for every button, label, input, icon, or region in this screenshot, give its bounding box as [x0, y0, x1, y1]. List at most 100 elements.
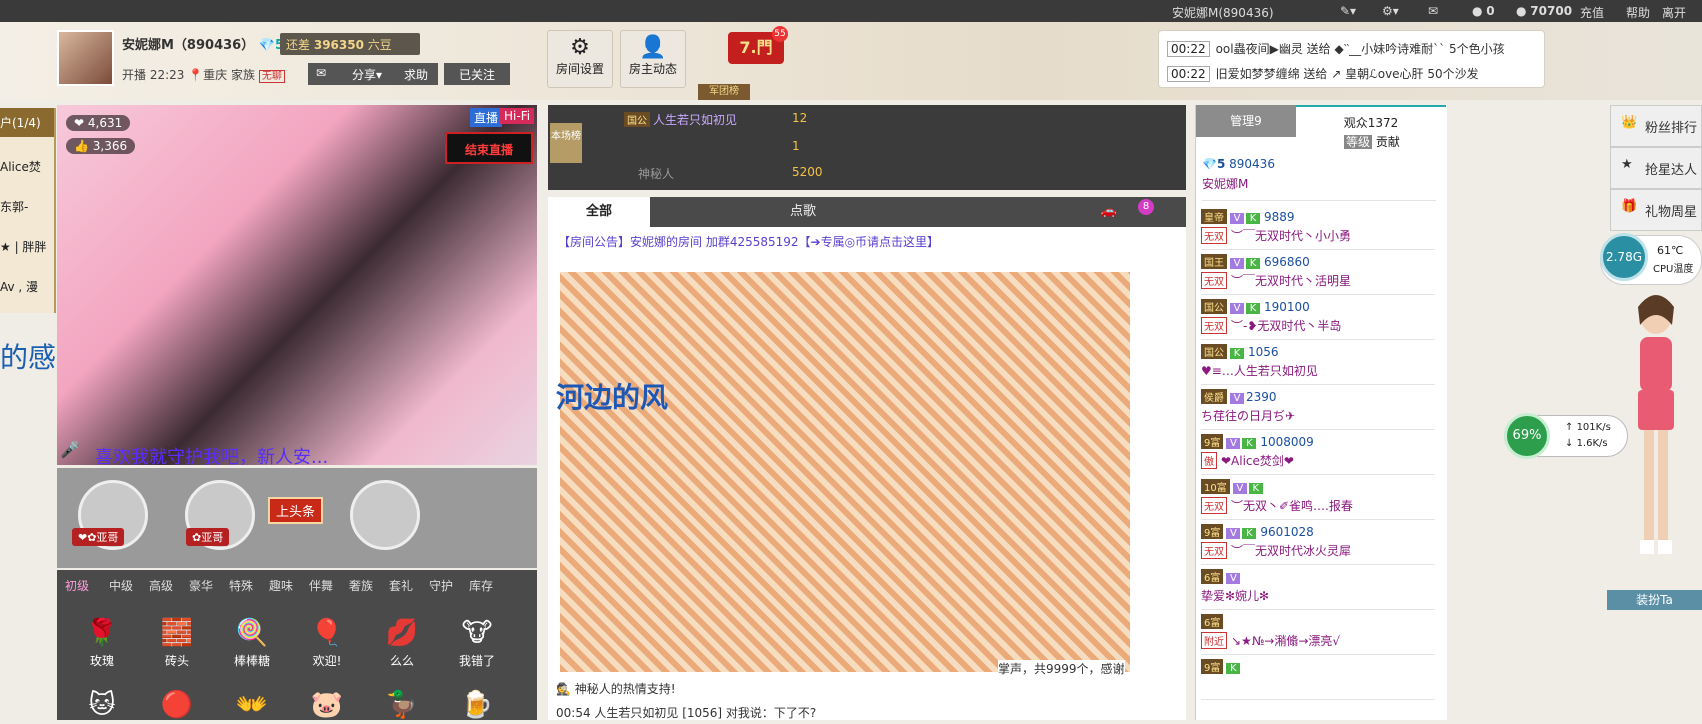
applause-message: 掌声，共9999个，感谢 [998, 660, 1125, 677]
gift-tab[interactable]: 守护 [429, 577, 453, 594]
gift-item[interactable]: 💋 么么 [372, 618, 432, 669]
room-settings-button[interactable]: ⚙ 房间设置 [547, 30, 613, 88]
applause-icon: 👐 [235, 690, 269, 720]
gift-tab[interactable]: 套礼 [389, 577, 413, 594]
gift-item[interactable]: 🐱 [72, 690, 132, 724]
vip-badge: V [1226, 528, 1241, 539]
level-gap: 还差 396350 六豆 [280, 33, 420, 55]
memory-gauge[interactable]: 2.78G [1600, 233, 1648, 281]
gift-week-button[interactable]: 🎁 礼物周星 [1610, 189, 1702, 231]
help-button[interactable]: 求助 [396, 63, 438, 85]
tab-song[interactable]: 点歌 [752, 197, 854, 227]
user-name: ︶￣无双时代丶活明星 [1231, 274, 1352, 288]
guard-avatar[interactable] [350, 480, 420, 550]
user-id: 1008009 [1260, 435, 1314, 449]
gift-item[interactable]: 🌹 玫瑰 [72, 618, 132, 669]
end-live-button[interactable]: 结束直播 [445, 132, 533, 164]
star-button[interactable]: ★ 抢星达人 [1610, 147, 1702, 189]
user-id: 190100 [1264, 300, 1310, 314]
gift-tab[interactable]: 初级 [65, 577, 89, 594]
gift-tab[interactable]: 奢族 [349, 577, 373, 594]
tab-all[interactable]: 全部 [548, 197, 650, 227]
gift-item[interactable]: 🎈 欢迎! [297, 618, 357, 669]
gift-tab[interactable]: 库存 [469, 577, 493, 594]
strip-title: 户(1/4) [0, 108, 54, 137]
duck-icon: 🦆 [385, 690, 419, 720]
vip-badge: V [1232, 483, 1247, 494]
recharge-link[interactable]: 充值 [1580, 4, 1604, 21]
list-item[interactable]: 9富 V K 1008009 傲 ❤Alice焚剑❤ [1201, 430, 1435, 475]
strip-item[interactable]: ★ | 胖胖 [0, 227, 54, 267]
edit-icon[interactable]: ✎▾ [1340, 4, 1356, 18]
host-name[interactable]: 安妮娜M（890436） 💎5 [122, 34, 284, 53]
vip-badge: V [1230, 213, 1244, 224]
list-item[interactable]: 6富 V 挚爱✻婉儿✻ [1201, 565, 1435, 610]
tab-private[interactable] [650, 197, 752, 227]
gift-tab[interactable]: 伴舞 [309, 577, 333, 594]
level-badge: 10富 [1201, 479, 1230, 494]
user-name: ︶-❥无双时代丶半岛 [1231, 319, 1342, 333]
army-rank[interactable]: 军团榜 [698, 84, 750, 100]
mail-button[interactable]: ✉ [308, 63, 344, 85]
user-name: ︶无双丶✐雀鸣….报春 [1231, 499, 1353, 513]
tab-badge: 8 [1138, 199, 1154, 215]
strip-item[interactable]: Alice焚 [0, 147, 54, 187]
gift-item[interactable]: 🐷 [297, 690, 357, 724]
gift-tab[interactable]: 高级 [149, 577, 173, 594]
host-meta: 开播 22:23 📍重庆 家族 无聊 [122, 66, 285, 83]
help-link[interactable]: 帮助 [1626, 4, 1650, 21]
network-gauge[interactable]: 69% [1504, 413, 1550, 459]
left-rank-strip: 户(1/4) Alice焚 东郭- ★ | 胖胖 Av , 漫 [0, 108, 56, 313]
user-name: ♥≡…人生若只如初见 [1201, 364, 1318, 378]
leave-link[interactable]: 离开 [1662, 4, 1686, 21]
tab-other[interactable] [956, 197, 1058, 227]
host-avatar[interactable] [57, 30, 114, 86]
followed-button[interactable]: 已关注 [444, 63, 510, 85]
rank-row[interactable]: 国公 人生若只如初见 [624, 111, 737, 128]
sort-options[interactable]: 等级 贡献 [1344, 133, 1400, 150]
k-badge: K [1246, 213, 1260, 224]
gift-tab[interactable]: 中级 [109, 577, 133, 594]
rank-row[interactable]: 神秘人 [638, 165, 674, 182]
gift-tab[interactable]: 豪华 [189, 577, 213, 594]
list-item[interactable]: 6富 附近 ↘★№→潲翛→漂亮√ [1201, 610, 1435, 655]
gift-item[interactable]: 🐮 我错了 [447, 618, 507, 669]
gift-item[interactable]: 🔴 [147, 690, 207, 724]
strip-item[interactable]: 东郭- [0, 187, 54, 227]
gift-item[interactable]: 🍺 [447, 690, 507, 724]
gift-item[interactable]: 🧱 砖头 [147, 618, 207, 669]
fans-rank-button[interactable]: 👑 粉丝排行 [1610, 105, 1702, 147]
k-badge: K [1246, 303, 1260, 314]
strip-item[interactable]: Av , 漫 [0, 267, 54, 307]
avatar-figure[interactable] [1610, 285, 1702, 585]
list-item[interactable]: 国公 K 1056 ♥≡…人生若只如初见 [1201, 340, 1435, 385]
gift-item[interactable]: 🦆 [372, 690, 432, 724]
gear-icon[interactable]: ⚙▾ [1382, 4, 1399, 18]
list-item[interactable]: 10富 V K 无双 ︶无双丶✐雀鸣….报春 [1201, 475, 1435, 520]
mail-icon[interactable]: ✉ [1428, 4, 1438, 18]
list-item[interactable]: 国公 V K 190100 无双 ︶-❥无双时代丶半岛 [1201, 295, 1435, 340]
tab-managers[interactable]: 管理9 [1196, 105, 1296, 137]
list-item[interactable]: 国王 V K 696860 无双 ︶￣无双时代丶活明星 [1201, 250, 1435, 295]
user-menu[interactable]: 安妮娜M(890436) [1172, 4, 1274, 21]
gift-item[interactable]: 🍭 棒棒糖 [222, 618, 282, 669]
list-item[interactable]: 侯爵 V 2390 ち荏往の日月ぢ✈ [1201, 385, 1435, 430]
list-item[interactable]: 💎5 890436 安妮娜M [1202, 157, 1436, 201]
session-rank: 本场榜 国公 人生若只如初见 12 1 神秘人 5200 [548, 105, 1186, 190]
headline-sign[interactable]: 上头条 [268, 497, 324, 524]
list-item[interactable]: 皇帝 V K 9889 无双 ︶￣无双时代丶小小勇 [1201, 205, 1435, 250]
gear-icon: ⚙ [570, 35, 590, 60]
room-notice[interactable]: 【房间公告】安妮娜的房间 加群425585192【➔专属◎币请点击这里】 [558, 233, 1178, 250]
dress-up-button[interactable]: 装扮Ta [1607, 590, 1702, 610]
list-item[interactable]: 9富 K [1201, 655, 1435, 700]
k-badge: K [1242, 528, 1257, 539]
vip-badge: V [1230, 258, 1244, 269]
gift-tab[interactable]: 特殊 [229, 577, 253, 594]
share-button[interactable]: 分享▾ [344, 63, 396, 85]
gift-tab[interactable]: 趣味 [269, 577, 293, 594]
mic-icon[interactable]: 🎤 [60, 440, 80, 459]
host-news-button[interactable]: 👤 房主动态 [620, 30, 686, 88]
gift-item[interactable]: 👐 [222, 690, 282, 724]
list-item[interactable]: 9富 V K 9601028 无双 ︶￣无双时代冰火灵犀 [1201, 520, 1435, 565]
tab-guard[interactable] [854, 197, 956, 227]
